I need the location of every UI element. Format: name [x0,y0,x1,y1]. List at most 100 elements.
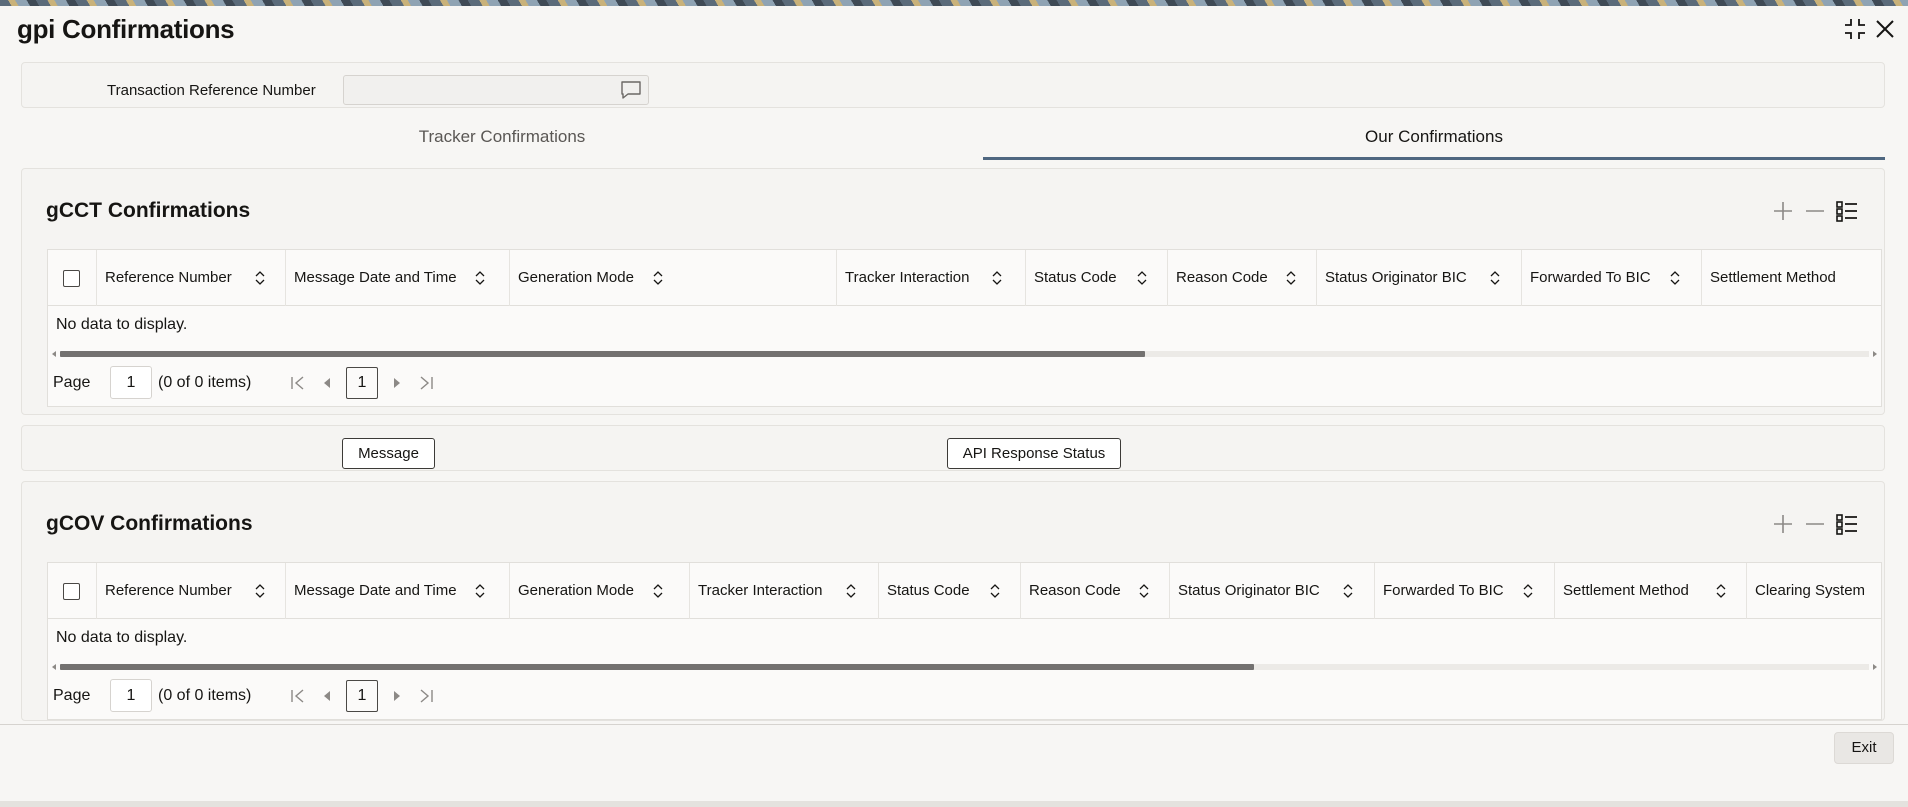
sort-icon[interactable] [1715,583,1727,599]
gcov-title: gCOV Confirmations [46,512,253,535]
scroll-left-icon[interactable] [50,663,58,671]
sort-icon[interactable] [1669,270,1681,286]
column-header[interactable]: Forwarded To BIC [1521,250,1701,306]
first-page-icon[interactable] [289,687,307,705]
sort-icon[interactable] [1285,270,1297,286]
gcct-toolbar [1760,198,1860,224]
gcov-section: gCOV Confirmations Reference Number Mess… [21,481,1885,721]
gcov-grid: Reference Number Message Date and Time G… [47,562,1882,720]
column-header[interactable]: Reason Code [1167,250,1316,306]
last-page-icon[interactable] [417,687,435,705]
reference-panel: Transaction Reference Number [21,62,1885,108]
select-all-checkbox[interactable] [63,270,80,287]
next-page-icon[interactable] [388,687,406,705]
last-page-icon[interactable] [417,374,435,392]
add-row-icon[interactable] [1770,511,1796,537]
exit-button[interactable]: Exit [1834,732,1894,764]
empty-message: No data to display. [56,316,188,333]
scroll-thumb[interactable] [60,664,1254,670]
gcct-title: gCCT Confirmations [46,199,251,222]
page-label: Page [53,687,91,704]
sort-icon[interactable] [254,583,266,599]
column-header[interactable]: Clearing System [1746,563,1881,619]
gcct-grid: Reference Number Message Date and Time G… [47,249,1882,407]
remove-row-icon[interactable] [1802,511,1828,537]
chat-bubble-icon[interactable] [620,80,642,100]
page-number-input[interactable] [110,366,152,399]
column-header[interactable]: Reason Code [1020,563,1169,619]
reference-field[interactable] [343,75,649,105]
previous-page-icon[interactable] [318,687,336,705]
list-view-icon[interactable] [1834,198,1860,224]
page-title: gpi Confirmations [17,14,235,44]
remove-row-icon[interactable] [1802,198,1828,224]
sort-icon[interactable] [474,270,486,286]
title-bar: gpi Confirmations [0,6,1908,52]
reference-label: Transaction Reference Number [107,82,316,99]
scroll-left-icon[interactable] [50,350,58,358]
horizontal-scrollbar[interactable] [48,348,1881,360]
horizontal-scrollbar[interactable] [48,661,1881,673]
items-count: (0 of 0 items) [158,374,252,391]
close-icon[interactable] [1872,16,1898,42]
column-header[interactable]: Reference Number [96,250,285,306]
column-header[interactable]: Reference Number [96,563,285,619]
footer-bar: Exit [0,724,1908,801]
sort-icon[interactable] [474,583,486,599]
sort-icon[interactable] [991,270,1003,286]
scroll-right-icon[interactable] [1871,350,1879,358]
page-number-input[interactable] [110,679,152,712]
gcct-pagination: Page (0 of 0 items) 1 [48,366,1881,400]
current-page[interactable]: 1 [346,680,378,712]
sort-icon[interactable] [254,270,266,286]
collapse-icon[interactable] [1842,16,1868,42]
column-header[interactable]: Settlement Method [1554,563,1746,619]
api-response-status-button[interactable]: API Response Status [947,438,1121,469]
next-page-icon[interactable] [388,374,406,392]
scroll-right-icon[interactable] [1871,663,1879,671]
sort-icon[interactable] [652,583,664,599]
select-all-checkbox[interactable] [63,583,80,600]
scroll-thumb[interactable] [60,351,1146,357]
current-page[interactable]: 1 [346,367,378,399]
reference-input[interactable] [350,79,600,101]
gcct-section: gCCT Confirmations Reference Number Mess… [21,168,1885,415]
gcct-grid-header: Reference Number Message Date and Time G… [48,250,1881,306]
tab-our-confirmations[interactable]: Our Confirmations [983,118,1885,160]
list-view-icon[interactable] [1834,511,1860,537]
action-button-panel: Message API Response Status [21,425,1885,471]
previous-page-icon[interactable] [318,374,336,392]
column-header[interactable]: Generation Mode [509,250,836,306]
column-header[interactable]: Message Date and Time [285,563,509,619]
column-header[interactable]: Message Date and Time [285,250,509,306]
sort-icon[interactable] [845,583,857,599]
first-page-icon[interactable] [289,374,307,392]
column-header[interactable]: Status Code [878,563,1020,619]
column-header[interactable]: Status Code [1025,250,1167,306]
tab-tracker-confirmations[interactable]: Tracker Confirmations [21,118,983,160]
message-button[interactable]: Message [342,438,435,469]
column-header[interactable]: Generation Mode [509,563,689,619]
sort-icon[interactable] [989,583,1001,599]
column-header[interactable]: Tracker Interaction [689,563,878,619]
gcov-toolbar [1760,511,1860,537]
sort-icon[interactable] [1138,583,1150,599]
add-row-icon[interactable] [1770,198,1796,224]
empty-message: No data to display. [56,629,188,646]
sort-icon[interactable] [1342,583,1354,599]
column-header[interactable]: Forwarded To BIC [1374,563,1554,619]
confirmation-tabs: Tracker Confirmations Our Confirmations [21,118,1885,160]
items-count: (0 of 0 items) [158,687,252,704]
sort-icon[interactable] [1489,270,1501,286]
column-header[interactable]: Status Originator BIC [1169,563,1374,619]
gcov-pagination: Page (0 of 0 items) 1 [48,679,1881,713]
sort-icon[interactable] [652,270,664,286]
gcov-grid-header: Reference Number Message Date and Time G… [48,563,1881,619]
column-header[interactable]: Settlement Method [1701,250,1881,306]
column-header[interactable]: Status Originator BIC [1316,250,1521,306]
sort-icon[interactable] [1136,270,1148,286]
page-label: Page [53,374,91,391]
sort-icon[interactable] [1522,583,1534,599]
column-header[interactable]: Tracker Interaction [836,250,1025,306]
bottom-edge [0,801,1908,807]
